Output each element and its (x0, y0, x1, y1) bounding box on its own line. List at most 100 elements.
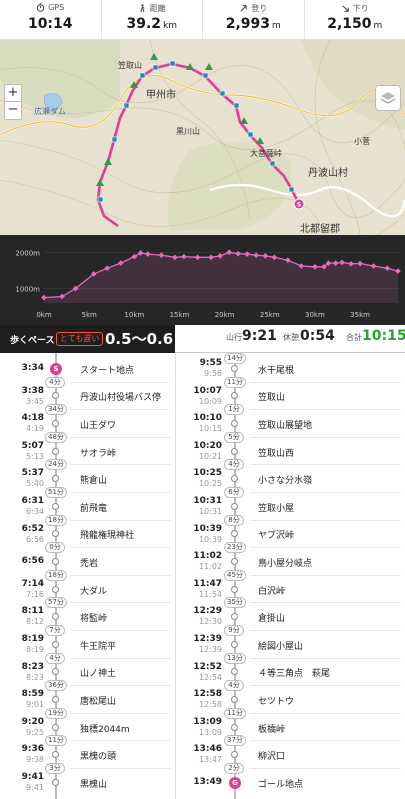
stat-ascent: 登り 2,993 m (203, 0, 305, 39)
waypoint-row[interactable]: 11:02 11:02 鳥小屋分岐点 (176, 548, 405, 576)
waypoint-dot (52, 585, 59, 593)
waypoint-row[interactable]: 10:31 10:31 笠取小屋 (176, 493, 405, 521)
zoom-out-button[interactable]: − (5, 102, 21, 119)
waypoint-row[interactable]: 6:31 6:34 前飛竜 (0, 493, 175, 521)
waypoint-dot (52, 668, 59, 676)
waypoint-name: 笠取山西 (258, 448, 295, 459)
waypoint-row[interactable]: 5:07 5:13 サオラ峠 (0, 438, 175, 466)
waypoint-row[interactable]: 8:11 8:12 将監峠 (0, 603, 175, 631)
x-tick-label: 0km (36, 311, 52, 319)
waypoint-row[interactable]: 10:10 10:15 笠取山展望地 (176, 410, 405, 438)
waypoint-dot (52, 751, 59, 759)
x-tick-label: 25km (260, 311, 280, 319)
time-label-total: 合計 (346, 333, 362, 342)
waypoint-name: 鳥小屋分岐点 (258, 558, 313, 569)
waypoint-row[interactable]: 10:07 10:09 笠取山 (176, 383, 405, 411)
waypoint-name: ゴール地点 (258, 779, 304, 790)
waypoint-row[interactable]: 12:52 12:54 ４等三角点 萩尾 (176, 659, 405, 687)
waypoint-row[interactable]: 3:38 3:45 丹波山村役場バス停 (0, 383, 175, 411)
waypoint-row[interactable]: 8:19 8:19 牛王院平 (0, 631, 175, 659)
hiker-icon (140, 4, 145, 13)
waypoint-row[interactable]: 5:37 5:40 熊倉山 (0, 465, 175, 493)
waypoint-dot (52, 557, 59, 565)
arrival-time: 8:11 (21, 606, 44, 617)
waypoint-row[interactable]: 12:29 12:30 倉掛山 (176, 603, 405, 631)
waypoint-dot (52, 447, 59, 455)
arrival-time: 8:19 (21, 634, 44, 644)
waypoint-dot (231, 585, 238, 593)
stopwatch-icon (36, 3, 45, 12)
waypoint-row[interactable]: 13:46 13:47 柳沢口 (176, 741, 405, 769)
stat-label: 距離 (149, 4, 166, 13)
arrival-time: 3:34 (21, 363, 44, 373)
waypoint-dot (52, 723, 59, 731)
waypoint-row[interactable]: 9:20 9:25 独標2044m (0, 714, 175, 742)
arrival-time: 10:39 (193, 523, 222, 534)
map-label: 笠取山 (118, 61, 142, 70)
departure-time: 3:45 (26, 396, 44, 406)
stat-unit: m (373, 21, 383, 31)
waypoint-row[interactable]: 8:23 8:23 山ノ神土 (0, 659, 175, 687)
waypoint-row[interactable]: 4:18 4:19 山王ダワ (0, 410, 175, 438)
x-tick-label: 20km (215, 311, 235, 319)
pace-bar: 歩くペース とても遅い 0.5～0.6 山行 9:21 休憩 0:54 合計 1… (0, 325, 405, 353)
waypoint-row[interactable]: 8:59 9:01 唐松尾山 (0, 686, 175, 714)
map-label: 黒川山 (176, 127, 200, 136)
departure-time: 12:30 (198, 617, 222, 627)
waypoint-name: 唐松尾山 (80, 696, 117, 707)
waypoint-dot (52, 778, 59, 786)
waypoint-row[interactable]: 10:39 10:39 ヤブ沢峠 (176, 521, 405, 549)
pace-badge: とても遅い (56, 332, 104, 346)
departure-time: 10:31 (198, 507, 222, 516)
waypoint-name: 将監峠 (80, 614, 108, 625)
stat-distance: 距離 39.2 km (102, 0, 203, 39)
departure-time: 6:34 (26, 507, 44, 516)
waypoint-name: 禿岩 (80, 558, 99, 569)
waypoint-row[interactable]: 7:14 7:16 大ダル (0, 576, 175, 604)
waypoint-row[interactable]: 6:52 6:56 飛龍権現神社 (0, 521, 175, 549)
arrival-time: 10:07 (193, 385, 222, 396)
waypoint-name: 倉掛山 (258, 614, 286, 625)
departure-time: 9:25 (26, 727, 44, 737)
stat-value: 10:14 (27, 16, 73, 32)
departure-time: 10:15 (198, 424, 222, 434)
waypoint-row[interactable]: 3:34 S スタート地点 (0, 355, 175, 383)
waypoint-row[interactable]: 13:09 13:09 板橋峠 (176, 714, 405, 742)
waypoint-name: 笠取小屋 (258, 503, 295, 514)
waypoint-dot (52, 530, 59, 538)
waypoint-row[interactable]: 10:20 10:21 笠取山西 (176, 438, 405, 466)
departure-time: 12:58 (198, 700, 222, 710)
departure-time: 6:56 (26, 534, 44, 544)
arrival-time: 13:49 (193, 777, 222, 787)
waypoint-row[interactable]: 10:25 10:25 小さな分水嶺 (176, 465, 405, 493)
departure-time: 8:19 (26, 645, 44, 654)
pace-panel: 歩くペース とても遅い 0.5～0.6 (0, 325, 175, 353)
zoom-in-button[interactable]: + (5, 85, 21, 102)
route-map[interactable]: S 甲州市 丹波山村 北都留郡 広瀬ダム 大菩薩峠 笠取山 黒川山 小菅 + − (0, 40, 405, 235)
arrival-time: 4:18 (21, 413, 44, 424)
waypoint-row[interactable]: 9:36 9:38 黒槐の頭 (0, 741, 175, 769)
waypoint-row[interactable]: 12:39 12:39 絵図小屋山 (176, 631, 405, 659)
stat-unit: m (272, 21, 281, 31)
arrival-time: 11:47 (193, 578, 222, 589)
waypoint-dot (231, 613, 238, 621)
arrival-time: 11:02 (193, 551, 222, 562)
waypoint-row[interactable]: 13:49 G ゴール地点 (176, 769, 405, 797)
waypoint-row[interactable]: 11:47 11:54 白沢峠 (176, 576, 405, 604)
waypoint-name: 山王ダワ (80, 420, 117, 431)
waypoint-dot (231, 668, 238, 676)
waypoint-row[interactable]: 9:41 9:41 黒槐山 (0, 769, 175, 797)
waypoint-row[interactable]: 6:56 禿岩 (0, 548, 175, 576)
waypoint-row[interactable]: 12:58 12:58 セツトウ (176, 686, 405, 714)
stat-label: GPS (48, 3, 65, 12)
departure-time: 5:40 (26, 479, 44, 489)
arrival-time: 7:14 (21, 578, 44, 589)
departure-time: 12:54 (198, 672, 222, 682)
arrival-time: 12:29 (193, 606, 222, 617)
arrow-up-right-icon (240, 5, 247, 12)
layers-button[interactable] (375, 85, 401, 111)
waypoint-dot (231, 502, 238, 510)
waypoint-row[interactable]: 9:55 9:56 水干尾根 (176, 355, 405, 383)
waypoint-dot (52, 613, 59, 621)
arrival-time: 6:52 (21, 523, 44, 534)
